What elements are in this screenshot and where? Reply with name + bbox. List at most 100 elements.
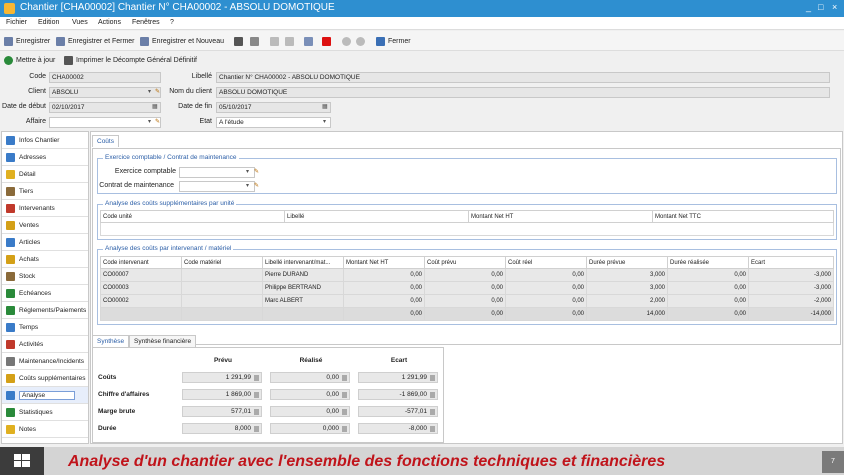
couts-realise[interactable]: 0,00 [270, 372, 350, 383]
ca-prevu[interactable]: 1 869,00 [182, 389, 262, 400]
couts-ecart[interactable]: 1 291,99 [358, 372, 438, 383]
delete-button[interactable] [322, 36, 334, 47]
exercice-select[interactable] [179, 167, 255, 178]
sidebar-item-couts-sup[interactable]: Coûts supplémentaires [2, 370, 88, 387]
menu-actions[interactable]: Actions [98, 19, 121, 26]
table-row[interactable]: CO00002 Marc ALBERT 0,00 0,00 0,00 2,000 0,00-… [100, 294, 834, 308]
exercice-edit-icon[interactable]: ✎ [254, 168, 259, 175]
sidebar-item-detail[interactable]: Détail [2, 166, 88, 183]
affaire-dropdown-icon[interactable]: ▾ [148, 118, 151, 125]
col-ecart[interactable]: Ecart [748, 256, 834, 269]
affaire-field[interactable] [49, 117, 161, 128]
sidebar-item-articles[interactable]: Articles [2, 234, 88, 251]
contrat-dropdown-icon[interactable]: ▾ [246, 182, 249, 189]
last-button[interactable] [356, 36, 368, 47]
col-cout-reel[interactable]: Coût réel [505, 256, 587, 269]
first-button[interactable] [342, 36, 354, 47]
sidebar-item-echeances[interactable]: Echéances [2, 285, 88, 302]
menu-vues[interactable]: Vues [72, 19, 88, 26]
close-form-button[interactable]: Fermer [376, 36, 411, 47]
minimize-button[interactable]: _ [806, 2, 811, 12]
col-code-unite[interactable]: Code unité [100, 210, 285, 223]
col-duree-realisee[interactable]: Durée réalisée [667, 256, 749, 269]
col-cout-prevu[interactable]: Coût prévu [424, 256, 506, 269]
calendar-icon[interactable]: ▦ [322, 103, 328, 110]
marge-realise[interactable]: 0,00 [270, 406, 350, 417]
menu-edition[interactable]: Edition [38, 19, 59, 26]
print-button[interactable] [234, 36, 246, 47]
update-button[interactable]: Mettre à jour [4, 55, 55, 66]
marge-prevu[interactable]: 577,01 [182, 406, 262, 417]
duree-ecart[interactable]: -8,000 [358, 423, 438, 434]
save-new-icon [140, 37, 149, 46]
menu-help[interactable]: ? [170, 19, 174, 26]
cell: -3,000 [748, 268, 834, 282]
detail-icon [6, 169, 15, 179]
ca-ecart[interactable]: -1 869,00 [358, 389, 438, 400]
etat-select[interactable]: A l'étude [216, 117, 331, 128]
row-couts-label: Coûts [98, 374, 117, 381]
marge-ecart[interactable]: -577,01 [358, 406, 438, 417]
col-libelle[interactable]: Libellé [284, 210, 469, 223]
contrat-select[interactable] [179, 181, 255, 192]
col-montant-ttc[interactable]: Montant Net TTC [652, 210, 834, 223]
col-montant-ht[interactable]: Montant Net HT [468, 210, 653, 223]
save-new-button[interactable]: Enregistrer et Nouveau [140, 36, 224, 47]
code-field[interactable]: CHA00002 [49, 72, 161, 83]
table-row[interactable]: CO00003 Philippe BERTRAND 0,00 0,00 0,00 3,00… [100, 281, 834, 295]
sidebar-item-notes[interactable]: Notes [2, 421, 88, 438]
sidebar-item-maintenance[interactable]: Maintenance/Incidents [2, 353, 88, 370]
sidebar-item-activites[interactable]: Activités [2, 336, 88, 353]
menu-fenetres[interactable]: Fenêtres [132, 19, 160, 26]
print-dgd-button[interactable]: Imprimer le Décompte Général Définitif [64, 55, 197, 66]
col-libelle-intervenant[interactable]: Libellé intervenant/mat... [262, 256, 344, 269]
copy-button[interactable] [304, 36, 316, 47]
sidebar-item-stock[interactable]: Stock [2, 268, 88, 285]
menu-bar: Fichier Edition Vues Actions Fenêtres ? [0, 17, 844, 30]
sidebar-item-analyse[interactable]: Analyse [2, 387, 88, 404]
close-button[interactable]: × [832, 2, 837, 12]
affaire-edit-icon[interactable]: ✎ [155, 118, 160, 125]
date-debut-field[interactable]: 02/10/2017 [49, 102, 161, 113]
calendar-icon[interactable]: ▦ [152, 103, 158, 110]
client-edit-icon[interactable]: ✎ [155, 88, 160, 95]
sidebar-item-tiers[interactable]: Tiers [2, 183, 88, 200]
col-montant-net-ht[interactable]: Montant Net HT [343, 256, 425, 269]
tab-couts[interactable]: Coûts [92, 135, 119, 147]
cell: Marc ALBERT [262, 294, 344, 308]
col-code-materiel[interactable]: Code matériel [181, 256, 263, 269]
windows-start-icon[interactable] [0, 447, 44, 475]
redo-button[interactable] [285, 36, 297, 47]
table-row[interactable]: CO00007 Pierre DURAND 0,00 0,00 0,00 3,000 0,0… [100, 268, 834, 282]
save-button[interactable]: Enregistrer [4, 36, 50, 47]
client-field[interactable]: ABSOLU [49, 87, 161, 98]
date-fin-field[interactable]: 05/10/2017 [216, 102, 331, 113]
sidebar-item-intervenants[interactable]: Intervenants [2, 200, 88, 217]
libelle-field[interactable]: Chantier N° CHA00002 - ABSOLU DOMOTIQUE [216, 72, 830, 83]
tab-synthese[interactable]: Synthèse [92, 335, 130, 347]
duree-realise[interactable]: 0,000 [270, 423, 350, 434]
col-code-intervenant[interactable]: Code intervenant [100, 256, 182, 269]
sidebar-item-statistiques[interactable]: Statistiques [2, 404, 88, 421]
col-duree-prevue[interactable]: Durée prévue [586, 256, 668, 269]
client-dropdown-icon[interactable]: ▾ [148, 88, 151, 95]
etat-dropdown-icon[interactable]: ▾ [323, 118, 326, 125]
maximize-button[interactable]: □ [818, 2, 823, 12]
sidebar-item-ventes[interactable]: Ventes [2, 217, 88, 234]
sidebar-item-infos[interactable]: Infos Chantier [2, 132, 88, 149]
sidebar-item-achats[interactable]: Achats [2, 251, 88, 268]
exercice-dropdown-icon[interactable]: ▾ [246, 168, 249, 175]
couts-prevu[interactable]: 1 291,99 [182, 372, 262, 383]
ca-realise[interactable]: 0,00 [270, 389, 350, 400]
save-close-button[interactable]: Enregistrer et Fermer [56, 36, 135, 47]
menu-fichier[interactable]: Fichier [6, 19, 27, 26]
preview-button[interactable] [250, 36, 262, 47]
sidebar-item-reglements[interactable]: Réglements/Paiements [2, 302, 88, 319]
sidebar-item-adresses[interactable]: Adresses [2, 149, 88, 166]
duree-prevu[interactable]: 8,000 [182, 423, 262, 434]
undo-button[interactable] [270, 36, 282, 47]
sidebar-item-temps[interactable]: Temps [2, 319, 88, 336]
tab-synthese-financiere[interactable]: Synthèse financière [129, 335, 197, 347]
nom-client-field[interactable]: ABSOLU DOMOTIQUE [216, 87, 830, 98]
contrat-edit-icon[interactable]: ✎ [254, 182, 259, 189]
